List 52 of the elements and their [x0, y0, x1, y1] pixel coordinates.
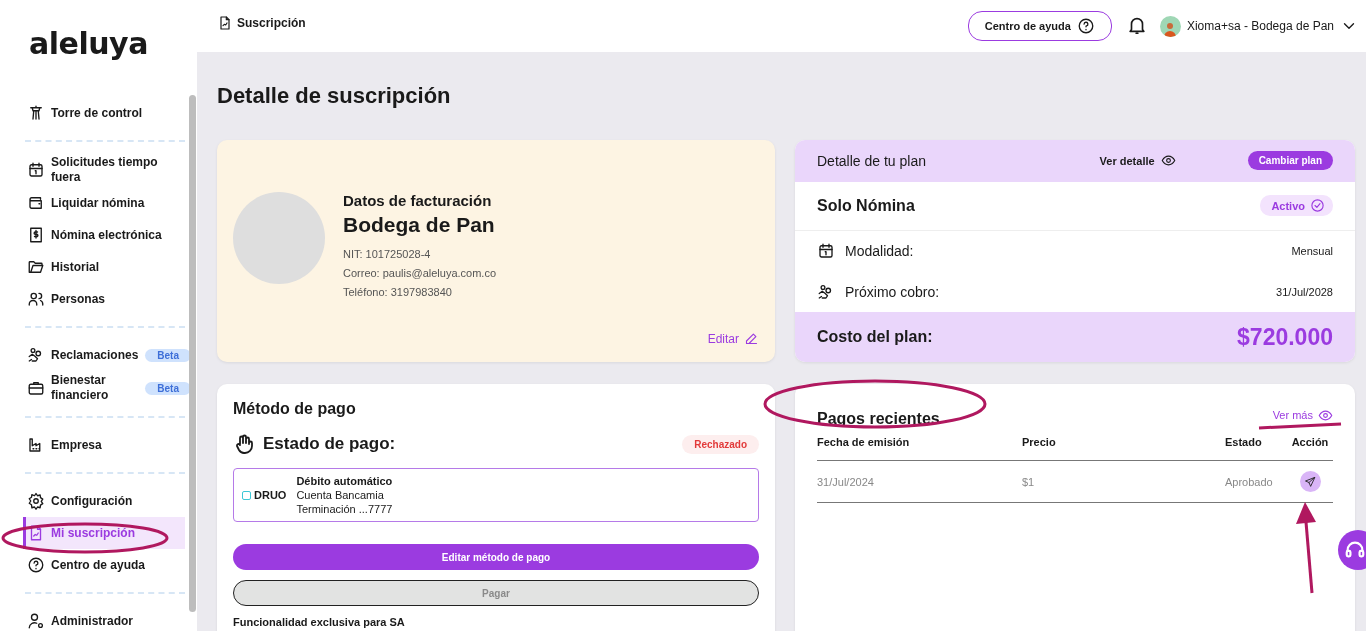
edit-payment-method-button[interactable]: Editar método de pago — [233, 544, 759, 570]
plan-header-title: Detalle de tu plan — [817, 152, 927, 169]
sidebar-item[interactable]: Torre de control — [23, 97, 185, 129]
column-header: Precio — [1022, 434, 1225, 461]
column-header: Estado — [1225, 434, 1287, 461]
change-plan-button[interactable]: Cambiar plan — [1247, 151, 1333, 171]
beta-badge: Beta — [145, 381, 191, 395]
page-title: Detalle de suscripción — [217, 82, 452, 110]
rejected-badge: Rechazado — [682, 434, 759, 454]
provider-logo: DRUO — [242, 489, 287, 501]
view-more-link[interactable]: Ver más — [1272, 407, 1333, 423]
beta-badge: Beta — [145, 348, 191, 362]
sidebar-item[interactable]: Personas — [23, 283, 185, 315]
breadcrumb-text: Suscripción — [237, 16, 306, 30]
phone-text: Teléfono: 3197983840 — [343, 285, 453, 300]
sidebar-item[interactable]: Administrador — [23, 605, 185, 631]
column-header: Acción — [1287, 434, 1333, 461]
payment-method-title: Método de pago — [233, 400, 357, 418]
payment-status-label: Estado de pago: — [263, 434, 397, 454]
plan-cost-label: Costo del plan: — [817, 328, 933, 347]
company-name: Bodega de Pan — [343, 213, 496, 237]
plan-name: Solo Nómina — [817, 196, 915, 215]
email-text: Correo: paulis@aleluya.com.co — [343, 266, 496, 281]
recent-payments-title: Pagos recientes — [817, 410, 940, 428]
help-center-button[interactable]: Centro de ayuda — [967, 11, 1112, 41]
table-cell: 31/Jul/2024 — [817, 460, 1022, 503]
table-cell: $1 — [1022, 460, 1225, 503]
sidebar-item[interactable]: Configuración — [23, 485, 185, 517]
plan-field-label: Modalidad: — [845, 243, 915, 259]
billing-title: Datos de facturación — [343, 192, 493, 209]
sidebar-item[interactable]: Centro de ayuda — [23, 549, 185, 581]
brand-logo: aleluya — [29, 25, 148, 61]
method-name: Débito automático — [296, 474, 393, 488]
sidebar-item[interactable]: Historial — [23, 251, 185, 283]
nit-text: NIT: 101725028-4 — [343, 247, 432, 262]
table-cell: Aprobado — [1225, 460, 1287, 503]
note-text: Funcionalidad exclusiva para SA — [233, 616, 406, 628]
edit-link[interactable]: Editar — [707, 331, 759, 346]
sidebar-item[interactable]: Empresa — [23, 429, 185, 461]
status-badge: Activo — [1260, 195, 1333, 217]
plan-cost-value: $720.000 — [1237, 323, 1333, 351]
user-account-name[interactable]: Xioma+sa - Bodega de Pan — [1186, 19, 1334, 33]
plan-field-label: Próximo cobro: — [845, 283, 941, 300]
sidebar-item[interactable]: Liquidar nómina — [23, 187, 185, 219]
account-name: Cuenta Bancamia — [296, 489, 384, 501]
plan-field-value: Mensual — [1291, 245, 1333, 257]
sidebar-item[interactable]: Solicitudes tiempo fuera — [23, 153, 185, 187]
column-header: Fecha de emisión — [817, 434, 1022, 461]
sidebar-item[interactable]: Nómina electrónica — [23, 219, 185, 251]
plan-field-value: 31/Jul/2028 — [1276, 285, 1333, 298]
account-ending: Terminación ...7777 — [296, 503, 393, 515]
view-detail-link[interactable]: Ver detalle — [1099, 153, 1176, 169]
